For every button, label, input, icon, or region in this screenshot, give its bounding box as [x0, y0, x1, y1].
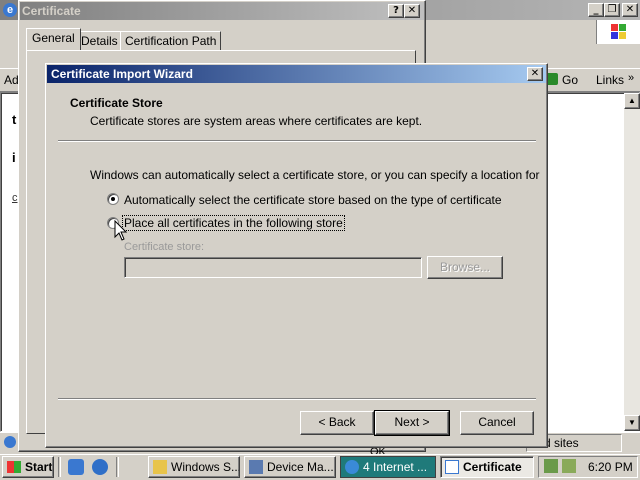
radio-auto-select[interactable]: [107, 193, 119, 205]
tab-details-label: Details: [81, 34, 118, 48]
ie-icon: [345, 460, 359, 474]
status-ie-icon: [4, 436, 16, 448]
browse-button[interactable]: Browse...: [427, 256, 503, 279]
mouse-cursor-icon: [114, 220, 128, 241]
computer-icon: [249, 460, 263, 474]
start-windows-icon: [7, 461, 21, 473]
cancel-button[interactable]: Cancel: [460, 411, 534, 435]
tab-certification-path[interactable]: Certification Path: [120, 31, 222, 51]
quicklaunch-separator: [58, 457, 61, 477]
certificate-dialog-title: Certificate: [20, 2, 424, 20]
certificate-store-label: Certificate store:: [124, 241, 205, 253]
wizard-heading: Certificate Store: [70, 96, 163, 110]
wizard-subheading: Certificate stores are system areas wher…: [90, 114, 423, 128]
taskbar-item-device-manager[interactable]: Device Ma...: [244, 456, 336, 478]
content-text-fragment-2: i: [12, 150, 16, 165]
quicklaunch-separator-2: [116, 457, 119, 477]
browser-close-button[interactable]: ✕: [622, 3, 638, 17]
tab-certification-path-label: Certification Path: [125, 34, 217, 48]
next-button[interactable]: Next >: [374, 410, 450, 436]
radio-auto-select-label[interactable]: Automatically select the certificate sto…: [124, 193, 502, 207]
tab-general-label: General: [32, 31, 75, 45]
header-divider: [58, 140, 536, 142]
browser-minimize-button[interactable]: _: [588, 3, 604, 17]
clock[interactable]: 6:20 PM: [588, 460, 633, 474]
certificate-store-field[interactable]: [124, 257, 422, 278]
scroll-down-button[interactable]: ▼: [624, 415, 640, 431]
tab-details[interactable]: Details: [76, 31, 123, 51]
wizard-intro-text: Windows can automatically select a certi…: [90, 168, 540, 182]
wizard-header: [48, 84, 546, 140]
start-button[interactable]: Start: [2, 456, 54, 478]
certificate-close-button[interactable]: ✕: [404, 4, 420, 18]
taskbar-item-windows-setup[interactable]: Windows S...: [148, 456, 240, 478]
tray-volume-icon[interactable]: [562, 459, 576, 473]
go-button[interactable]: Go: [562, 73, 578, 87]
content-link-fragment[interactable]: c: [12, 192, 18, 204]
browser-maximize-button[interactable]: ❐: [604, 3, 620, 17]
quicklaunch-outlook-icon[interactable]: [68, 459, 84, 475]
certificate-dialog-title-text: Certificate: [22, 4, 81, 18]
taskbar-item-internet-explorer[interactable]: 4 Internet ...: [340, 456, 436, 478]
taskbar-item-certificate[interactable]: Certificate: [440, 456, 534, 478]
tab-general[interactable]: General: [26, 28, 81, 50]
quicklaunch-ie-icon[interactable]: [92, 459, 108, 475]
folder-icon: [153, 460, 167, 474]
windows-logo-icon: [596, 20, 640, 44]
help-button[interactable]: ?: [388, 4, 404, 18]
scroll-up-button[interactable]: ▲: [624, 93, 640, 109]
import-wizard-titlebar: Certificate Import Wizard: [47, 65, 546, 83]
wizard-close-button[interactable]: ✕: [527, 67, 543, 81]
footer-divider: [58, 398, 536, 400]
import-wizard-title: Certificate Import Wizard: [51, 67, 193, 81]
tray-network-icon[interactable]: [544, 459, 558, 473]
links-chevron-icon[interactable]: »: [628, 72, 634, 84]
browser-scrollbar[interactable]: ▲ ▼: [624, 93, 640, 431]
radio-place-in-store-label[interactable]: Place all certificates in the following …: [122, 215, 345, 231]
ie-icon: e: [3, 3, 17, 17]
back-button[interactable]: < Back: [300, 411, 374, 435]
address-label: Ad: [4, 73, 19, 87]
content-text-fragment-1: t: [12, 112, 17, 127]
links-button[interactable]: Links: [596, 73, 624, 87]
certificate-icon: [445, 460, 459, 474]
